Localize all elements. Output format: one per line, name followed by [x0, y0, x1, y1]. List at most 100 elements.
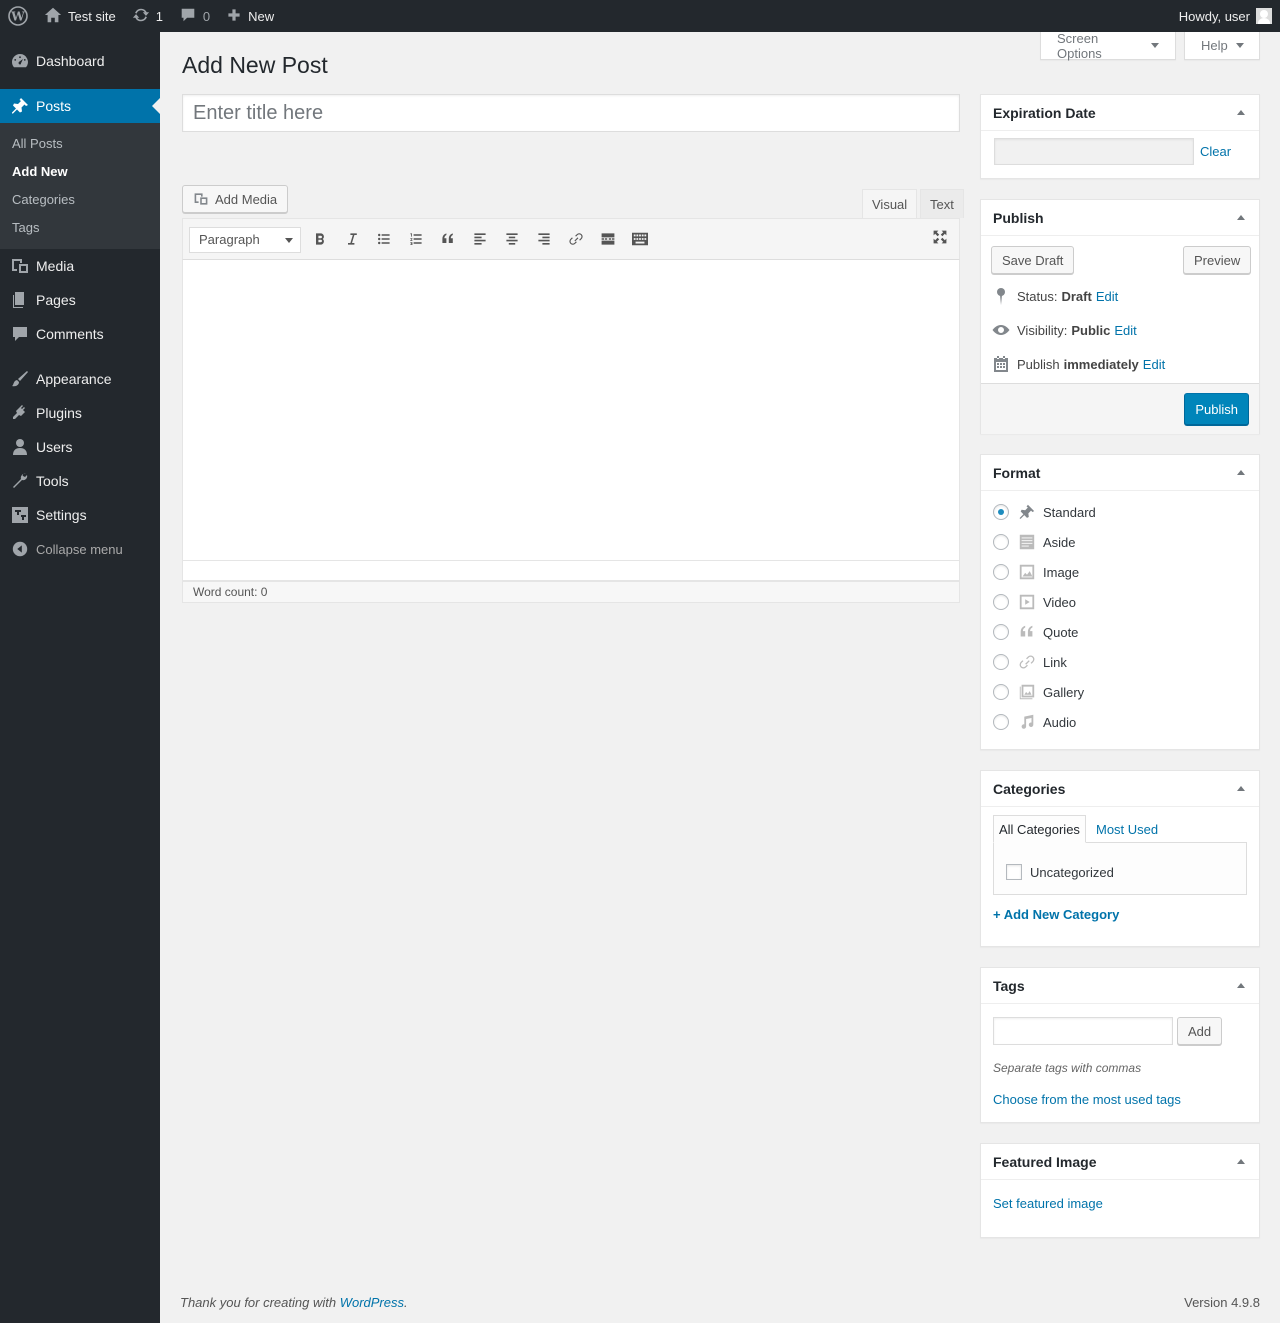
- align-left-icon[interactable]: [470, 229, 490, 249]
- category-item[interactable]: Uncategorized: [1006, 864, 1114, 880]
- format-option-quote[interactable]: Quote: [993, 622, 1078, 642]
- format-header[interactable]: Format: [981, 455, 1259, 491]
- wordpress-logo-icon[interactable]: W: [0, 0, 36, 32]
- numbered-list-icon[interactable]: [406, 229, 426, 249]
- fullscreen-icon[interactable]: [930, 227, 950, 247]
- collapse-toggle-icon[interactable]: [1237, 110, 1245, 115]
- format-radio[interactable]: [993, 714, 1009, 730]
- toolbar-toggle-icon[interactable]: [630, 229, 650, 249]
- svg-text:W: W: [10, 10, 25, 24]
- publish-button[interactable]: Publish: [1184, 393, 1249, 425]
- publish-header[interactable]: Publish: [981, 200, 1259, 236]
- category-checkbox[interactable]: [1006, 864, 1022, 880]
- submenu-categories[interactable]: Categories: [0, 186, 160, 214]
- tab-all-categories[interactable]: All Categories: [993, 815, 1086, 843]
- blockquote-icon[interactable]: [438, 229, 458, 249]
- format-label: Aside: [1043, 534, 1076, 550]
- format-option-gallery[interactable]: Gallery: [993, 682, 1084, 702]
- featured-image-header[interactable]: Featured Image: [981, 1144, 1259, 1180]
- tab-visual[interactable]: Visual: [862, 189, 918, 218]
- expiration-date-header[interactable]: Expiration Date: [981, 95, 1259, 131]
- format-radio[interactable]: [993, 654, 1009, 670]
- edit-visibility-link[interactable]: Edit: [1114, 323, 1136, 338]
- format-radio[interactable]: [993, 504, 1009, 520]
- format-radio[interactable]: [993, 564, 1009, 580]
- comments-link[interactable]: 0: [171, 0, 218, 32]
- edit-status-link[interactable]: Edit: [1096, 289, 1118, 304]
- link-icon[interactable]: [566, 229, 586, 249]
- format-option-standard[interactable]: Standard: [993, 502, 1096, 522]
- menu-dashboard[interactable]: Dashboard: [0, 44, 160, 78]
- format-radio[interactable]: [993, 594, 1009, 610]
- menu-posts[interactable]: Posts: [0, 89, 160, 123]
- updates-count: 1: [155, 8, 163, 24]
- save-draft-label: Save Draft: [1002, 252, 1064, 268]
- comments-count: 0: [202, 8, 211, 24]
- bold-icon[interactable]: [310, 229, 330, 249]
- post-title-input[interactable]: Enter title here: [182, 94, 960, 132]
- pushpin-icon: [1017, 502, 1037, 522]
- format-option-audio[interactable]: Audio: [993, 712, 1076, 732]
- menu-users[interactable]: Users: [0, 430, 160, 464]
- menu-comments[interactable]: Comments: [0, 317, 160, 351]
- clear-link[interactable]: Clear: [1200, 144, 1231, 159]
- italic-icon[interactable]: [342, 229, 362, 249]
- preview-button[interactable]: Preview: [1183, 246, 1252, 274]
- collapse-toggle-icon[interactable]: [1237, 786, 1245, 791]
- choose-tags-link[interactable]: Choose from the most used tags: [993, 1092, 1181, 1107]
- menu-label: Media: [36, 258, 75, 274]
- menu-pages[interactable]: Pages: [0, 283, 160, 317]
- submenu-tags[interactable]: Tags: [0, 214, 160, 242]
- updates-link[interactable]: 1: [124, 0, 171, 32]
- collapse-toggle-icon[interactable]: [1237, 1159, 1245, 1164]
- format-label: Link: [1043, 654, 1067, 670]
- align-right-icon[interactable]: [534, 229, 554, 249]
- categories-header[interactable]: Categories: [981, 771, 1259, 807]
- add-tag-button[interactable]: Add: [1177, 1017, 1223, 1045]
- menu-plugins[interactable]: Plugins: [0, 396, 160, 430]
- bulleted-list-icon[interactable]: [374, 229, 394, 249]
- my-account[interactable]: Howdy, user: [1179, 8, 1280, 24]
- set-featured-image-link[interactable]: Set featured image: [993, 1196, 1103, 1211]
- format-select[interactable]: Paragraph: [189, 227, 301, 253]
- submenu-add-new[interactable]: Add New: [0, 158, 160, 186]
- new-tag-input[interactable]: [993, 1017, 1173, 1045]
- new-content-link[interactable]: New: [218, 0, 282, 32]
- tab-most-used[interactable]: Most Used: [1091, 815, 1163, 843]
- format-radio[interactable]: [993, 534, 1009, 550]
- read-more-icon[interactable]: [598, 229, 618, 249]
- format-radio[interactable]: [993, 624, 1009, 640]
- format-option-link[interactable]: Link: [993, 652, 1067, 672]
- help-button[interactable]: Help: [1184, 32, 1260, 60]
- expiration-date-input[interactable]: [994, 138, 1194, 165]
- add-new-category-link[interactable]: + Add New Category: [993, 907, 1119, 922]
- editor-content-area[interactable]: [182, 260, 960, 561]
- save-draft-button[interactable]: Save Draft: [991, 246, 1075, 274]
- format-option-aside[interactable]: Aside: [993, 532, 1076, 552]
- align-center-icon[interactable]: [502, 229, 522, 249]
- menu-appearance[interactable]: Appearance: [0, 362, 160, 396]
- edit-date-link[interactable]: Edit: [1143, 357, 1165, 372]
- box-title: Featured Image: [993, 1153, 1097, 1170]
- tags-header[interactable]: Tags: [981, 968, 1259, 1004]
- tab-text[interactable]: Text: [920, 189, 964, 218]
- collapse-arrow-icon: [10, 539, 30, 559]
- menu-settings[interactable]: Settings: [0, 498, 160, 532]
- screen-options-button[interactable]: Screen Options: [1040, 31, 1176, 61]
- wordpress-link[interactable]: WordPress: [340, 1295, 404, 1310]
- menu-media[interactable]: Media: [0, 249, 160, 283]
- menu-label: Collapse menu: [36, 541, 123, 557]
- collapse-menu-button[interactable]: Collapse menu: [0, 532, 160, 566]
- collapse-toggle-icon[interactable]: [1237, 215, 1245, 220]
- tab-label: Most Used: [1096, 821, 1159, 837]
- add-media-button[interactable]: Add Media: [182, 185, 289, 213]
- site-name-link[interactable]: Test site: [36, 0, 124, 32]
- collapse-toggle-icon[interactable]: [1237, 470, 1245, 475]
- menu-tools[interactable]: Tools: [0, 464, 160, 498]
- submenu-all-posts[interactable]: All Posts: [0, 130, 160, 158]
- format-radio[interactable]: [993, 684, 1009, 700]
- format-option-image[interactable]: Image: [993, 562, 1079, 582]
- collapse-toggle-icon[interactable]: [1237, 983, 1245, 988]
- format-option-video[interactable]: Video: [993, 592, 1076, 612]
- page-title: Add New Post: [182, 52, 328, 78]
